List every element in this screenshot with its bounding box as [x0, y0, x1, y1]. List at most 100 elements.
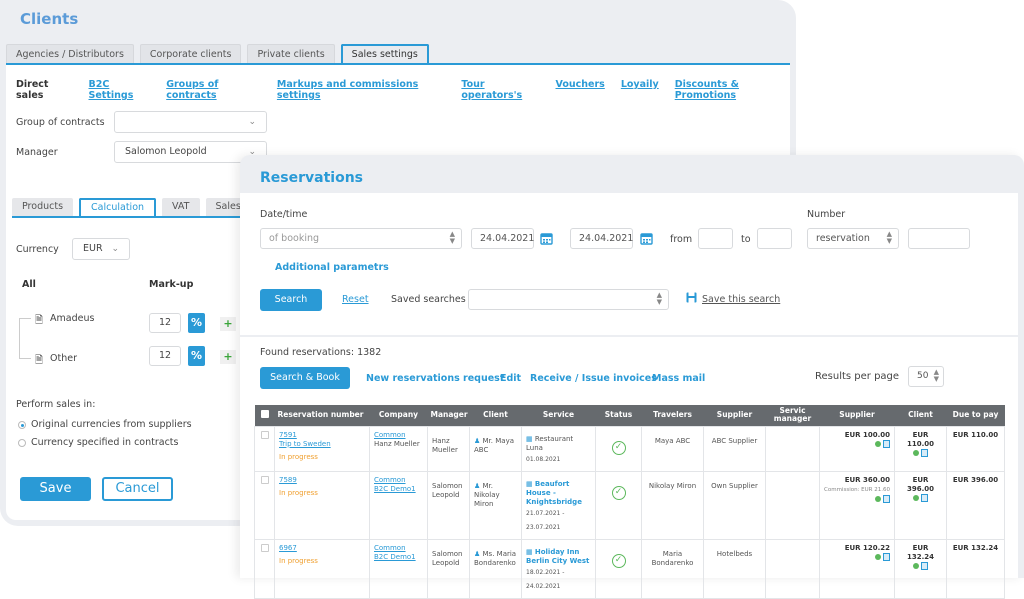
- col-supplier-price[interactable]: Supplier: [819, 405, 895, 426]
- info-icon[interactable]: [875, 553, 881, 560]
- col-status[interactable]: Status: [595, 405, 642, 426]
- row-checkbox[interactable]: [260, 475, 269, 484]
- col-client-price[interactable]: Client: [894, 405, 947, 426]
- company-sub[interactable]: B2C Demo1: [374, 553, 416, 561]
- table-row[interactable]: 7591 Trip to Sweden In progress Common Hanz …: [254, 425, 1005, 472]
- document-icon[interactable]: [921, 448, 928, 457]
- company-link[interactable]: Common: [374, 544, 406, 552]
- supplier-price: EUR 120.22: [844, 543, 890, 552]
- radio-original-currencies[interactable]: [18, 421, 26, 429]
- tab-calculation[interactable]: Calculation: [79, 198, 157, 217]
- reservation-number-link[interactable]: 7591: [279, 431, 297, 439]
- document-icon[interactable]: [921, 493, 928, 502]
- subnav-groups-of-contracts[interactable]: Groups of contracts: [166, 79, 261, 101]
- company-sub[interactable]: B2C Demo1: [374, 485, 416, 493]
- tab-products[interactable]: Products: [12, 198, 74, 216]
- service-name[interactable]: Holiday Inn Berlin City West: [526, 548, 589, 565]
- tab-private[interactable]: Private clients: [247, 44, 335, 64]
- percent-toggle[interactable]: %: [188, 346, 205, 366]
- subnav-tour-operators[interactable]: Tour operators's: [461, 79, 539, 101]
- info-icon[interactable]: [913, 494, 919, 501]
- calc-tabs: Products Calculation VAT Sales te: [12, 198, 264, 217]
- subnav-discounts[interactable]: Discounts & Promotions: [675, 79, 790, 101]
- calendar-icon[interactable]: [640, 232, 653, 245]
- date-from-input[interactable]: 24.04.2021: [471, 228, 534, 249]
- info-icon[interactable]: [875, 495, 881, 502]
- time-to-input[interactable]: [757, 228, 792, 249]
- add-button[interactable]: +: [220, 317, 236, 331]
- additional-params-link[interactable]: Additional parametrs: [275, 262, 389, 273]
- group-of-contracts-select[interactable]: ⌄: [114, 111, 267, 133]
- search-book-button[interactable]: Search & Book: [260, 367, 350, 389]
- subnav-b2c-settings[interactable]: B2C Settings: [89, 79, 151, 101]
- document-icon[interactable]: [883, 494, 890, 503]
- person-icon: ♟: [474, 549, 481, 558]
- saved-searches-select[interactable]: ▲ ▼: [468, 289, 669, 310]
- person-icon: ♟: [474, 481, 481, 490]
- markup-input[interactable]: 12: [149, 346, 181, 366]
- subnav-vouchers[interactable]: Vouchers: [556, 79, 605, 101]
- col-manager[interactable]: Manager: [427, 405, 470, 426]
- company-sub: Hanz Mueller: [374, 439, 420, 448]
- row-checkbox[interactable]: [260, 543, 269, 552]
- add-button[interactable]: +: [220, 350, 236, 364]
- reservation-number-link[interactable]: 6967: [279, 544, 297, 552]
- save-search-link[interactable]: Save this search: [702, 294, 780, 305]
- col-supplier[interactable]: Supplier: [703, 405, 766, 426]
- document-icon[interactable]: [921, 561, 928, 570]
- service-name[interactable]: Beaufort House - Knightsbridge: [526, 480, 582, 506]
- col-client[interactable]: Client: [469, 405, 522, 426]
- tab-agencies[interactable]: Agencies / Distributors: [6, 44, 134, 64]
- search-button[interactable]: Search: [260, 289, 322, 311]
- document-icon[interactable]: [883, 552, 890, 561]
- info-icon[interactable]: [913, 562, 919, 569]
- invoices-link[interactable]: Receive / Issue invoices: [530, 373, 657, 384]
- percent-toggle[interactable]: %: [188, 313, 205, 333]
- number-input[interactable]: [908, 228, 970, 249]
- spinner-icon: ▲ ▼: [656, 291, 662, 306]
- company-link[interactable]: Common: [374, 476, 406, 484]
- tab-sales-settings[interactable]: Sales settings: [340, 44, 429, 64]
- row-checkbox-cell: [254, 470, 275, 540]
- row-checkbox[interactable]: [260, 430, 269, 439]
- number-type-select[interactable]: reservation ▲ ▼: [807, 228, 899, 249]
- client-name: Ms. Maria Bondarenko: [474, 549, 517, 567]
- col-service-manager[interactable]: Servic manager: [765, 405, 820, 426]
- table-header: Reservation number Company Manager Clien…: [254, 405, 1005, 426]
- currency-select[interactable]: EUR ⌄: [72, 238, 130, 260]
- status-in-progress: In progress: [279, 556, 318, 565]
- table-row[interactable]: 7589 In progress Common B2C Demo1 Salomon Le…: [254, 470, 1005, 540]
- col-service[interactable]: Service: [521, 405, 596, 426]
- time-from-input[interactable]: [698, 228, 733, 249]
- reservation-number-link[interactable]: 7589: [279, 476, 297, 484]
- subnav-markups[interactable]: Markups and commissions settings: [277, 79, 445, 101]
- date-to-input[interactable]: 24.04.2021: [570, 228, 633, 249]
- results-per-page-select[interactable]: 50 ▲ ▼: [908, 366, 944, 387]
- company-link[interactable]: Common: [374, 431, 406, 439]
- document-icon[interactable]: [883, 439, 890, 448]
- col-travelers[interactable]: Travelers: [641, 405, 704, 426]
- mass-mail-link[interactable]: Mass mail: [652, 373, 705, 384]
- calendar-icon[interactable]: [540, 232, 553, 245]
- col-company[interactable]: Company: [369, 405, 428, 426]
- subnav-loyalty[interactable]: Loyaily: [621, 79, 659, 101]
- reset-link[interactable]: Reset: [342, 294, 369, 305]
- tab-vat[interactable]: VAT: [162, 198, 200, 216]
- info-icon[interactable]: [875, 440, 881, 447]
- info-icon[interactable]: [913, 449, 919, 456]
- datetime-type-select[interactable]: of booking ▲ ▼: [260, 228, 462, 249]
- edit-link[interactable]: Edit: [500, 373, 521, 384]
- col-due-to-pay[interactable]: Due to pay: [946, 405, 1005, 426]
- cancel-button[interactable]: Cancel: [102, 477, 173, 501]
- table-row[interactable]: 6967 In progress Common B2C Demo1 Salomon Le…: [254, 538, 1005, 599]
- reservation-number-cell: 6967 In progress: [274, 538, 370, 599]
- markup-input[interactable]: 12: [149, 313, 181, 333]
- radio-contract-currency[interactable]: [18, 439, 26, 447]
- tab-corporate[interactable]: Corporate clients: [139, 44, 242, 64]
- trip-link[interactable]: Trip to Sweden: [279, 440, 331, 448]
- save-button[interactable]: Save: [20, 477, 91, 501]
- col-reservation-number[interactable]: Reservation number: [274, 405, 370, 426]
- subnav-direct-sales[interactable]: Direct sales: [16, 79, 73, 101]
- select-all-checkbox[interactable]: [254, 405, 275, 426]
- new-request-link[interactable]: New reservations request: [366, 373, 504, 384]
